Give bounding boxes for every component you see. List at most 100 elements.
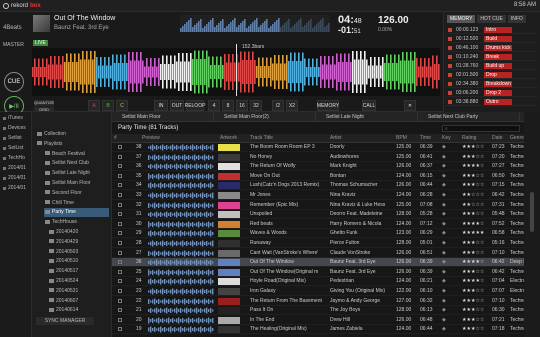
preview-waveform[interactable] (148, 154, 214, 161)
tree-item[interactable]: 20140510 (48, 257, 109, 266)
tab-memory[interactable]: MEMORY (447, 15, 476, 23)
memory-cue-row[interactable]: 02:01.500 Drop (446, 71, 538, 79)
column-genre[interactable]: Genre (510, 134, 524, 143)
playlist-tab[interactable]: Setlist Next Club Party (420, 113, 520, 121)
table-row[interactable]: 34 Lush(Catz'n Dogs 2013 Remix) Thomas Sch… (112, 181, 524, 191)
preview-waveform[interactable] (148, 182, 214, 189)
table-row[interactable]: 37 No Honey Audiowhores 125.00 06:41 ★★★☆☆ 07:… (112, 153, 524, 162)
loop-8-button[interactable]: 8 (222, 100, 234, 111)
playlist-tab[interactable]: Setlist Late Night (318, 113, 418, 121)
playlist-tab[interactable]: Setlist Main Floor(2) (216, 113, 316, 121)
tree-item[interactable]: 20140524 (48, 277, 109, 286)
rail-item-3[interactable]: SetList (2, 144, 30, 153)
preview-waveform[interactable] (148, 307, 214, 314)
table-row[interactable]: 36 Out Of The Window Baunz Feat. 3rd Eye 12… (112, 258, 524, 268)
column-rating[interactable]: Rating (462, 134, 476, 143)
row-checkbox[interactable] (118, 298, 122, 303)
table-row[interactable]: 28 Runaway Pierce Fulton 128.00 05:01 ★★★☆☆ 05… (112, 239, 524, 248)
table-row[interactable]: 23 Iron Galaxy Giving You (Original Mix) 12… (112, 287, 524, 296)
row-checkbox[interactable] (118, 231, 122, 236)
table-row[interactable]: 35 Move On Out Bontan 124.00 06:15 ★★★☆☆ 06:50… (112, 172, 524, 181)
tree-item[interactable]: Collection (36, 130, 109, 139)
loop-16-button[interactable]: 16 (236, 100, 248, 111)
preview-waveform[interactable] (148, 163, 214, 170)
tree-item[interactable]: 20140607 (48, 297, 109, 306)
loop-double-button[interactable]: X2 (286, 100, 298, 111)
table-row[interactable]: 21 Pass It On The Joy Boys 128.00 06:13 ★★★☆☆… (112, 306, 524, 316)
memory-cue-row[interactable]: 00:00.123 Intro (446, 26, 538, 34)
tree-item[interactable]: 20140429 (48, 238, 109, 247)
table-row[interactable]: 20 In The End Drew Hill 126.00 06:48 ★★★☆☆ 07:… (112, 316, 524, 325)
search-input[interactable]: ⌕ (442, 125, 520, 132)
row-checkbox[interactable] (118, 327, 122, 332)
table-row[interactable]: 36 The Return Of Wolfy Mark Knight 126.00 06… (112, 162, 524, 172)
row-checkbox[interactable] (118, 193, 122, 197)
preview-waveform[interactable] (148, 240, 214, 247)
memory-cue-row[interactable]: 01:28.760 Build up (446, 62, 538, 70)
table-row[interactable]: 30 Red beats Harry Romero & Nicola 124.00 07… (112, 220, 524, 229)
memory-cue-row[interactable]: 03:06.200 Drop 2 (446, 89, 538, 97)
row-checkbox[interactable] (118, 173, 122, 178)
row-checkbox[interactable] (118, 289, 122, 293)
preview-waveform[interactable] (148, 202, 214, 209)
vertical-scrollbar[interactable] (524, 112, 540, 337)
table-row[interactable]: 38 The Boom Room Room EP 3 Doorly 125.00 06:… (112, 143, 524, 152)
preview-waveform[interactable] (148, 269, 214, 276)
loop-32-button[interactable]: 32 (250, 100, 262, 111)
row-checkbox[interactable] (118, 260, 122, 265)
preview-waveform[interactable] (148, 230, 214, 237)
preview-waveform[interactable] (148, 173, 214, 180)
hot-cue-a-button[interactable]: A (88, 100, 100, 111)
row-checkbox[interactable] (118, 250, 122, 255)
column-artist[interactable]: Artist (330, 134, 341, 143)
scrollbar-thumb[interactable] (530, 192, 534, 232)
tree-item[interactable]: Second Floor (44, 189, 109, 198)
row-checkbox[interactable] (118, 212, 122, 217)
row-checkbox[interactable] (118, 154, 122, 159)
preview-waveform[interactable] (148, 221, 214, 228)
row-checkbox[interactable] (118, 269, 122, 274)
memory-cue-row[interactable]: 00:12.500 Build (446, 35, 538, 43)
rail-item-2[interactable]: Setlist (2, 134, 30, 143)
column-key[interactable]: Key (442, 134, 451, 143)
table-row[interactable]: 22 The Return From The Basement Jaymo & An… (112, 297, 524, 306)
preview-waveform[interactable] (148, 298, 214, 305)
call-button[interactable]: CALL (362, 100, 376, 111)
cue-button[interactable]: CUE (4, 72, 24, 92)
tree-item[interactable]: Setlist Main Floor (44, 179, 109, 188)
table-row[interactable]: 19 The Healing(Original Mix) James Zabiela… (112, 325, 524, 335)
column-tracktitle[interactable]: Track Title (250, 134, 273, 143)
tree-item[interactable]: Setlist Late Night (44, 169, 109, 178)
preview-waveform[interactable] (148, 326, 214, 333)
memory-cue-row[interactable]: 02:34.380 Breakdown (446, 80, 538, 88)
table-row[interactable]: 32 Remember (Epic Mix) Nina Kraviz & Luke … (112, 201, 524, 210)
table-row[interactable]: 25 Out Of The Window(Original m Baunz Feat… (112, 268, 524, 277)
tree-item[interactable]: Beach Festival (44, 150, 109, 159)
table-row[interactable]: 31 Unspoiled Deorro Feat. Madeleine 128.00 0… (112, 210, 524, 220)
column-date[interactable]: Date (492, 134, 503, 143)
loop-out-button[interactable]: OUT (170, 100, 184, 111)
hot-cue-c-button[interactable]: C (116, 100, 128, 111)
memory-button[interactable]: MEMORY (317, 100, 339, 111)
tree-item[interactable]: TechHouse (44, 218, 109, 227)
preview-waveform[interactable] (148, 259, 214, 266)
preview-waveform[interactable] (148, 250, 214, 257)
column-artwork[interactable]: Artwork (220, 134, 237, 143)
row-checkbox[interactable] (118, 145, 122, 149)
row-checkbox[interactable] (118, 317, 122, 322)
row-checkbox[interactable] (118, 183, 122, 188)
memory-cue-row[interactable]: 03:38.880 Outro (446, 98, 538, 106)
rail-item-1[interactable]: Devices (2, 124, 30, 133)
preview-waveform[interactable] (148, 211, 214, 218)
hot-cue-b-button[interactable]: B (102, 100, 114, 111)
loop-in-button[interactable]: IN (154, 100, 168, 111)
table-row[interactable]: 33 Mr Jones Nina Kraviz 124.00 06:28 ★★☆☆☆ 06:… (112, 191, 524, 200)
tree-item[interactable]: Party Time (44, 208, 109, 218)
rail-item-4[interactable]: TechHo (2, 154, 30, 163)
tree-item[interactable]: 20140503 (48, 248, 109, 257)
loop-half-button[interactable]: /2 (272, 100, 284, 111)
row-checkbox[interactable] (118, 221, 122, 226)
preview-waveform[interactable] (148, 288, 214, 295)
tree-item[interactable]: Playlists (36, 140, 109, 149)
row-checkbox[interactable] (118, 279, 122, 284)
